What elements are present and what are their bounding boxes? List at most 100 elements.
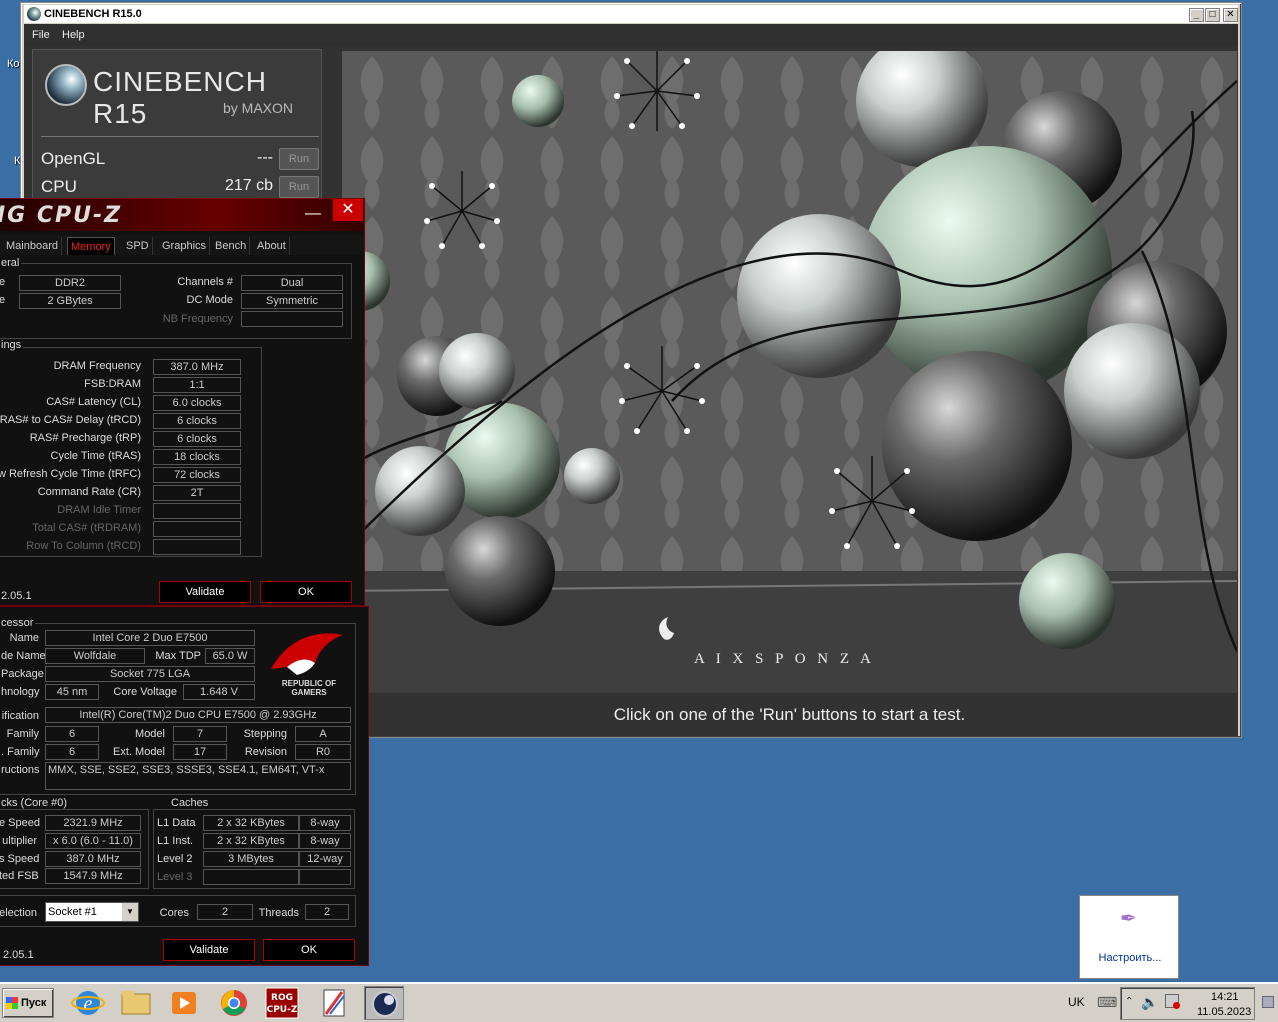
- logo-subtitle: by MAXON: [223, 100, 294, 116]
- media-player-icon[interactable]: [164, 986, 204, 1020]
- rog-text: REPUBLIC OF: [281, 679, 337, 688]
- close-icon[interactable]: ✕: [333, 199, 363, 221]
- cache-way: 12-way: [299, 851, 351, 867]
- test-score: 217 cb: [224, 177, 273, 194]
- paint-icon[interactable]: [314, 986, 354, 1020]
- chevron-down-icon[interactable]: ▼: [122, 903, 138, 921]
- extmodel-value: 17: [173, 744, 227, 760]
- name-label: Name: [9, 632, 39, 644]
- family-value: 6: [45, 726, 99, 742]
- menu-help[interactable]: Help: [62, 29, 85, 41]
- nbfreq-label: NB Frequency: [162, 313, 233, 325]
- cinebench-logo-icon: [45, 64, 87, 106]
- version-text: 2.05.1: [3, 949, 34, 961]
- size-label: e: [0, 294, 6, 306]
- validate-button[interactable]: Validate: [163, 939, 255, 961]
- ok-button[interactable]: OK: [263, 939, 355, 961]
- desktop-icon-label[interactable]: Ко: [7, 58, 20, 70]
- show-desktop-icon[interactable]: [1262, 996, 1274, 1008]
- dcmode-label: DC Mode: [186, 294, 233, 306]
- tab-mainboard[interactable]: Mainboard: [3, 237, 62, 255]
- cpuz-titlebar[interactable]: IG CPU-Z — ✕: [0, 199, 364, 231]
- tab-bench[interactable]: Bench: [212, 237, 251, 255]
- timing-label: CAS# Latency (CL): [46, 396, 141, 408]
- tab-about[interactable]: About: [254, 237, 290, 255]
- sphere: [375, 446, 465, 536]
- cache-way: 8-way: [299, 833, 351, 849]
- logo-title: CINEBENCH R15: [93, 66, 267, 129]
- name-value: Intel Core 2 Duo E7500: [45, 630, 255, 646]
- keyboard-icon[interactable]: ⌨: [1097, 994, 1117, 1011]
- cache-size: 2 x 32 KBytes: [203, 815, 299, 831]
- spec-label: ification: [1, 710, 39, 722]
- maximize-button[interactable]: □: [1205, 8, 1220, 22]
- type-label: e: [0, 276, 6, 288]
- cinebench-icon[interactable]: [364, 986, 404, 1020]
- render-view: A I X S P O N Z A: [342, 51, 1237, 693]
- chevron-up-icon[interactable]: ⌃: [1125, 996, 1133, 1007]
- test-label: OpenGL: [41, 149, 106, 168]
- menu-file[interactable]: File: [32, 29, 50, 41]
- stepping-label: Stepping: [243, 728, 287, 740]
- render-image: A I X S P O N Z A: [342, 51, 1237, 693]
- run-opengl-button[interactable]: Run: [279, 148, 319, 170]
- maxtdp-label: Max TDP: [155, 650, 201, 662]
- tray-notification[interactable]: ✒ Настроить...: [1079, 895, 1179, 979]
- instructions-label: ructions: [1, 764, 40, 776]
- group-title: Caches: [169, 797, 211, 809]
- cinebench-titlebar[interactable]: CINEBENCH R15.0 _ □ ✕: [24, 5, 1238, 23]
- extfamily-label: . Family: [1, 746, 40, 758]
- cores-value: 2: [197, 904, 253, 920]
- minimize-button[interactable]: _: [1189, 8, 1204, 22]
- tech-label: hnology: [1, 686, 40, 698]
- corespeed-label: e Speed: [0, 817, 40, 829]
- cache-size: 3 MBytes: [203, 851, 299, 867]
- notification-label[interactable]: Настроить...: [1080, 952, 1180, 964]
- selection-dropdown[interactable]: Socket #1 ▼: [45, 902, 139, 922]
- ie-icon[interactable]: e: [68, 986, 108, 1020]
- cache-label: L1 Inst.: [157, 835, 194, 847]
- group-title: cessor: [0, 617, 36, 629]
- tab-memory[interactable]: Memory: [67, 237, 115, 255]
- svg-text:CPU-Z: CPU-Z: [267, 1005, 298, 1015]
- revision-label: Revision: [244, 746, 287, 758]
- cache-label: L1 Data: [157, 817, 196, 829]
- model-label: Model: [135, 728, 165, 740]
- codename-value: Wolfdale: [45, 648, 145, 664]
- timing-label: Cycle Time (tRAS): [50, 450, 141, 462]
- run-cpu-button[interactable]: Run: [279, 176, 319, 198]
- cores-label: Cores: [159, 907, 189, 919]
- minimize-icon[interactable]: —: [305, 205, 321, 223]
- language-indicator[interactable]: UK: [1068, 995, 1085, 1009]
- timing-value: 72 clocks: [153, 467, 241, 483]
- package-value: Socket 775 LGA: [45, 666, 255, 682]
- cpuz-icon[interactable]: ROG CPU-Z: [262, 986, 302, 1020]
- model-value: 7: [173, 726, 227, 742]
- ok-button[interactable]: OK: [260, 581, 352, 603]
- chrome-icon[interactable]: [214, 986, 254, 1020]
- timing-value: 18 clocks: [153, 449, 241, 465]
- validate-button[interactable]: Validate: [159, 581, 251, 603]
- start-button[interactable]: Пуск: [2, 988, 54, 1018]
- package-label: Package: [1, 668, 44, 680]
- cache-way: [299, 869, 351, 885]
- close-button[interactable]: ✕: [1223, 8, 1238, 22]
- volume-icon[interactable]: 🔈: [1141, 994, 1158, 1011]
- timing-label: Command Rate (CR): [37, 486, 141, 498]
- tab-spd[interactable]: SPD: [123, 237, 153, 255]
- sphere: [445, 516, 555, 626]
- svg-text:ROG: ROG: [271, 993, 293, 1003]
- clock-time[interactable]: 14:21: [1211, 991, 1239, 1003]
- busspeed-value: 387.0 MHz: [45, 851, 141, 867]
- timing-value: 6.0 clocks: [153, 395, 241, 411]
- system-tray: ⌃ 🔈 14:21 11.05.2023: [1120, 987, 1255, 1020]
- tab-graphics[interactable]: Graphics: [159, 237, 211, 255]
- rog-text: GAMERS: [291, 688, 327, 697]
- cache-label: Level 2: [157, 853, 193, 865]
- explorer-icon[interactable]: [116, 986, 156, 1020]
- network-icon[interactable]: [1165, 994, 1180, 1009]
- threads-value: 2: [305, 904, 349, 920]
- clock-date[interactable]: 11.05.2023: [1197, 1006, 1251, 1018]
- timing-value: [153, 539, 241, 555]
- channels-label: Channels #: [177, 276, 233, 288]
